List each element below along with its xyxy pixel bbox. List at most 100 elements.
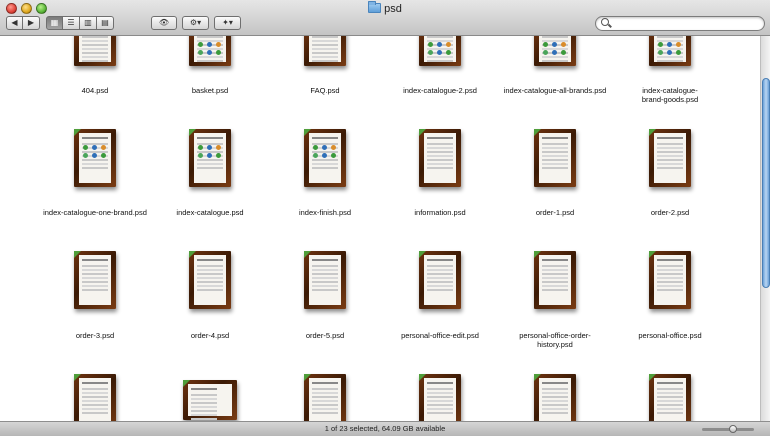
coverflow-view-button[interactable]: ▤ <box>97 16 114 30</box>
psd-file-icon <box>534 129 576 187</box>
file-item[interactable]: personal-office-edit.psd <box>375 251 505 346</box>
file-item[interactable]: order-1.psd <box>490 129 620 219</box>
file-name: index-catalogue-brand-goods.psd <box>641 86 699 104</box>
file-item[interactable]: order-2.psd <box>605 129 735 219</box>
file-grid: 404.psd basket.psd FAQ.psd index-catalog… <box>0 36 760 421</box>
file-item[interactable] <box>490 374 620 421</box>
dropbox-icon: ✦▾ <box>222 18 233 27</box>
file-item[interactable]: index-catalogue.psd <box>145 129 275 219</box>
file-item[interactable] <box>605 374 735 421</box>
list-view-button[interactable]: ☰ <box>63 16 80 30</box>
file-item[interactable]: information.psd <box>375 129 505 219</box>
file-item[interactable]: index-catalogue-brand-goods.psd <box>605 36 735 106</box>
column-view-button[interactable]: ▥ <box>80 16 97 30</box>
psd-file-icon <box>74 374 116 421</box>
file-item[interactable]: order-5.psd <box>260 251 390 346</box>
file-name: information.psd <box>414 208 466 217</box>
file-name: 404.psd <box>81 86 109 95</box>
psd-file-icon <box>74 36 116 66</box>
file-name: order-5.psd <box>305 331 345 340</box>
quicklook-button[interactable]: 👁 <box>151 16 177 30</box>
psd-file-icon <box>649 251 691 309</box>
file-name: personal-office.psd <box>638 331 702 340</box>
file-item[interactable] <box>260 374 390 421</box>
file-name: index-finish.psd <box>298 208 352 217</box>
file-name: order-1.psd <box>535 208 575 217</box>
file-item[interactable] <box>375 374 505 421</box>
file-name: index-catalogue-2.psd <box>403 86 477 95</box>
psd-file-icon <box>304 374 346 421</box>
psd-file-icon <box>304 129 346 187</box>
psd-file-icon <box>649 36 691 66</box>
scrollbar-thumb[interactable] <box>762 78 770 288</box>
nav-buttons: ◀ ▶ <box>6 16 40 30</box>
file-item[interactable]: basket.psd <box>145 36 275 101</box>
psd-file-icon <box>419 36 461 66</box>
file-item[interactable]: order-3.psd <box>30 251 160 346</box>
gear-icon: ⚙▾ <box>189 18 202 27</box>
psd-file-icon <box>74 129 116 187</box>
quicklook-group: 👁 <box>151 16 177 30</box>
file-item[interactable]: 404.psd <box>30 36 160 101</box>
file-item[interactable]: index-catalogue-one-brand.psd <box>30 129 160 219</box>
psd-file-icon <box>649 374 691 421</box>
psd-file-icon <box>183 380 237 420</box>
icon-view-icon: ▦ <box>50 18 59 27</box>
file-item[interactable]: index-finish.psd <box>260 129 390 219</box>
file-name: personal-office-order-history.psd <box>519 331 591 349</box>
coverflow-view-icon: ▤ <box>101 18 109 27</box>
psd-file-icon <box>419 251 461 309</box>
file-name: index-catalogue-all-brands.psd <box>503 86 607 95</box>
window-toolbar: psd ◀ ▶ ▦ ☰ ▥ ▤ 👁 ⚙▾ ✦▾ <box>0 0 770 36</box>
forward-arrow-icon: ▶ <box>27 18 35 27</box>
status-bar: 1 of 23 selected, 64.09 GB available <box>0 421 770 436</box>
status-text: 1 of 23 selected, 64.09 GB available <box>324 424 446 433</box>
psd-file-icon <box>419 129 461 187</box>
forward-button[interactable]: ▶ <box>23 16 40 30</box>
file-item[interactable]: order-4.psd <box>145 251 275 346</box>
dropbox-menu-button[interactable]: ✦▾ <box>214 16 241 30</box>
eye-icon: 👁 <box>158 18 170 27</box>
icon-size-slider[interactable] <box>702 425 754 433</box>
list-view-icon: ☰ <box>67 18 75 27</box>
file-item[interactable] <box>30 374 160 421</box>
back-button[interactable]: ◀ <box>6 16 23 30</box>
view-mode-buttons: ▦ ☰ ▥ ▤ <box>46 16 114 30</box>
file-name: personal-office-edit.psd <box>401 331 479 340</box>
file-name: order-4.psd <box>190 331 230 340</box>
dropbox-group: ✦▾ <box>214 16 241 30</box>
back-arrow-icon: ◀ <box>11 18 18 27</box>
file-item[interactable]: index-catalogue-all-brands.psd <box>490 36 620 101</box>
file-item[interactable] <box>145 380 275 421</box>
file-name: FAQ.psd <box>310 86 340 95</box>
column-view-icon: ▥ <box>84 18 92 27</box>
file-name: order-2.psd <box>650 208 690 217</box>
file-name: index-catalogue-one-brand.psd <box>43 208 147 217</box>
icon-size-slider-knob[interactable] <box>729 425 737 433</box>
file-name: basket.psd <box>191 86 229 95</box>
file-item[interactable]: index-catalogue-2.psd <box>375 36 505 101</box>
action-menu-button[interactable]: ⚙▾ <box>182 16 209 30</box>
file-item[interactable]: personal-office.psd <box>605 251 735 346</box>
psd-file-icon <box>304 251 346 309</box>
psd-file-icon <box>189 251 231 309</box>
icon-view-button[interactable]: ▦ <box>46 16 63 30</box>
vertical-scrollbar[interactable] <box>760 36 770 421</box>
psd-file-icon <box>534 374 576 421</box>
psd-file-icon <box>649 129 691 187</box>
psd-file-icon <box>534 251 576 309</box>
psd-file-icon <box>304 36 346 66</box>
psd-file-icon <box>189 36 231 66</box>
file-name: order-3.psd <box>75 331 115 340</box>
file-item[interactable]: FAQ.psd <box>260 36 390 101</box>
action-group: ⚙▾ <box>182 16 209 30</box>
search-field[interactable] <box>595 16 765 31</box>
file-item[interactable]: personal-office-order-history.psd <box>490 251 620 351</box>
folder-icon <box>368 1 382 13</box>
psd-file-icon <box>74 251 116 309</box>
psd-file-icon <box>189 129 231 187</box>
search-icon <box>601 18 609 26</box>
search-input[interactable] <box>612 17 760 30</box>
window-title: psd <box>0 1 770 16</box>
psd-file-icon <box>534 36 576 66</box>
